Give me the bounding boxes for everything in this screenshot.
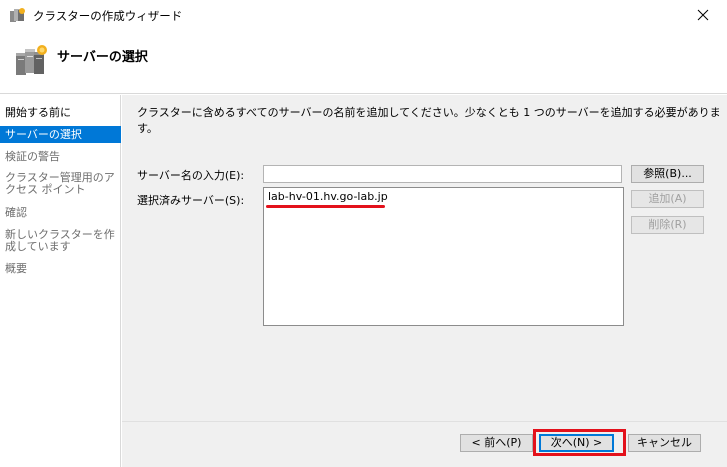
- selected-servers-label: 選択済みサーバー(S):: [137, 194, 245, 207]
- step-before-you-begin[interactable]: 開始する前に: [0, 107, 121, 119]
- close-button[interactable]: [681, 0, 727, 31]
- step-creating-cluster: 新しいクラスターを作成しています: [5, 228, 115, 253]
- wizard-header: サーバーの選択: [0, 31, 727, 94]
- add-button[interactable]: 追加(A): [631, 190, 704, 208]
- close-icon: [697, 9, 709, 21]
- step-summary: 概要: [5, 262, 27, 275]
- step-confirmation: 確認: [5, 206, 27, 219]
- back-button[interactable]: < 前へ(P): [460, 434, 533, 452]
- selected-servers-list[interactable]: lab-hv-01.hv.go-lab.jp: [263, 187, 624, 326]
- page-title: サーバーの選択: [57, 50, 148, 65]
- remove-button[interactable]: 削除(R): [631, 216, 704, 234]
- server-name-input[interactable]: [263, 165, 622, 183]
- window-title: クラスターの作成ウィザード: [33, 9, 183, 23]
- annotation-highlight-box: [533, 429, 626, 456]
- server-name-label: サーバー名の入力(E):: [137, 169, 245, 182]
- annotation-underline: [266, 205, 385, 208]
- browse-button[interactable]: 参照(B)...: [631, 165, 704, 183]
- title-bar: クラスターの作成ウィザード: [0, 0, 727, 31]
- wizard-steps: 開始する前に サーバーの選択 検証の警告 クラスター管理用のアクセス ポイント …: [0, 95, 121, 467]
- cluster-wizard-icon: [9, 7, 26, 23]
- step-access-point: クラスター管理用のアクセス ポイント: [5, 171, 115, 196]
- step-select-servers[interactable]: サーバーの選択: [0, 126, 121, 143]
- servers-icon: [13, 43, 49, 79]
- wizard-footer: < 前へ(P) 次へ(N) > キャンセル: [122, 421, 727, 467]
- list-item[interactable]: lab-hv-01.hv.go-lab.jp: [268, 190, 388, 203]
- instruction-text: クラスターに含めるすべてのサーバーの名前を追加してください。少なくとも 1 つの…: [137, 106, 721, 135]
- step-validation-warning: 検証の警告: [5, 150, 60, 163]
- main-panel: クラスターに含めるすべてのサーバーの名前を追加してください。少なくとも 1 つの…: [122, 95, 727, 421]
- cancel-button[interactable]: キャンセル: [628, 434, 701, 452]
